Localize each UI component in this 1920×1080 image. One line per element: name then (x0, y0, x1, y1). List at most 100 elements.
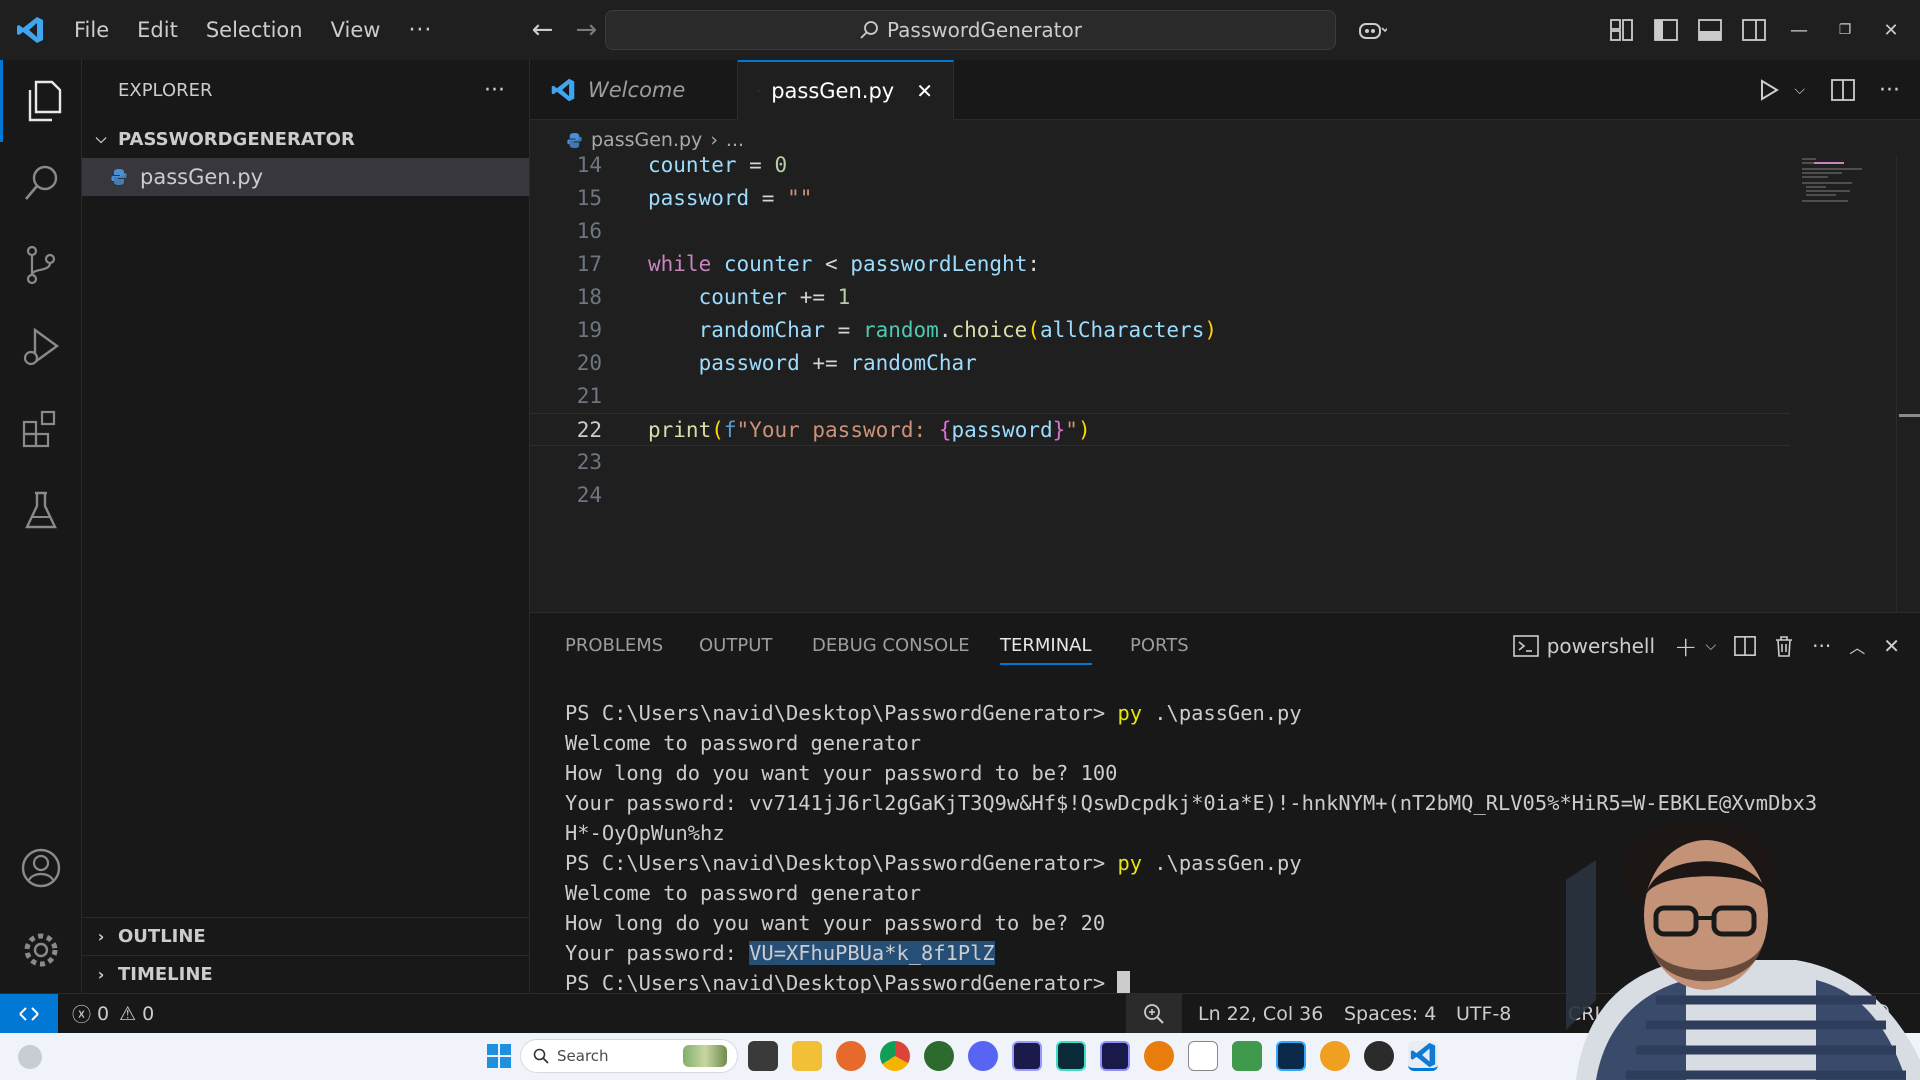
code-line: 14 counter = 0 (576, 153, 788, 177)
editor-tabs: Welcome passGen.py ✕ ⌵ ··· (530, 60, 1920, 120)
app-icon[interactable] (1320, 1041, 1350, 1071)
taskbar-search-label: Search (557, 1047, 609, 1065)
discord-icon[interactable] (968, 1041, 998, 1071)
chevron-down-icon[interactable]: ⌵ (1794, 82, 1805, 98)
restore-icon[interactable]: ❐ (1822, 0, 1868, 60)
run-python-icon[interactable] (1758, 78, 1780, 102)
trash-icon[interactable] (1774, 635, 1794, 657)
taskbar-search[interactable]: Search (520, 1039, 738, 1073)
audition-icon[interactable] (1056, 1041, 1086, 1071)
folder-header[interactable]: ⌵ PASSWORDGENERATOR (82, 120, 529, 158)
title-bar: File Edit Selection View ··· ← → Passwor… (0, 0, 1920, 60)
split-editor-icon[interactable] (1831, 79, 1855, 101)
command-center-search[interactable]: PasswordGenerator (605, 10, 1336, 50)
search-highlight-icon (683, 1045, 727, 1067)
outline-section[interactable]: › OUTLINE (82, 917, 530, 955)
source-control-icon[interactable] (0, 224, 82, 306)
remote-indicator-icon[interactable] (0, 993, 58, 1034)
warning-count: 0 (142, 1002, 155, 1025)
code-line-current: 22 print(f"Your password: {password}") (530, 413, 1790, 446)
chevron-down-icon[interactable]: ⌵ (1706, 638, 1717, 654)
terminal-line: How long do you want your password to be… (565, 761, 1118, 785)
search-icon (533, 1048, 549, 1064)
chrome-icon[interactable] (880, 1041, 910, 1071)
close-tab-icon[interactable]: ✕ (916, 79, 933, 103)
panel-tab-problems[interactable]: PROBLEMS (565, 613, 663, 679)
editor-more-icon[interactable]: ··· (1879, 78, 1900, 103)
code-editor[interactable]: 14 counter = 0 15 password = "" 16 17 while… (530, 153, 1920, 612)
tab-passgen[interactable]: passGen.py ✕ (738, 60, 954, 120)
windows-start-icon[interactable] (484, 1041, 514, 1071)
tab-welcome[interactable]: Welcome (530, 60, 738, 120)
close-panel-icon[interactable]: ✕ (1883, 634, 1900, 658)
panel-tab-terminal[interactable]: TERMINAL (1000, 613, 1092, 679)
task-view-icon[interactable] (748, 1041, 778, 1071)
activity-bar (0, 60, 82, 993)
code-line: 23 (576, 450, 602, 474)
blender-icon[interactable] (1144, 1041, 1174, 1071)
customize-layout-icon[interactable] (1600, 0, 1644, 60)
premiere-icon[interactable] (1012, 1041, 1042, 1071)
sidebar-more-button[interactable]: ··· (484, 78, 505, 103)
media-encoder-icon[interactable] (1100, 1041, 1130, 1071)
chevron-down-icon: ⌵ (95, 131, 107, 147)
zoom-icon[interactable] (1126, 994, 1182, 1034)
run-debug-icon[interactable] (0, 306, 82, 388)
search-view-icon[interactable] (0, 142, 82, 224)
breadcrumb-symbols[interactable]: ... (726, 129, 744, 151)
breadcrumb-file[interactable]: passGen.py (591, 129, 702, 151)
minimap[interactable] (1800, 156, 1890, 216)
menu-selection[interactable]: Selection (192, 0, 317, 60)
timeline-section[interactable]: › TIMELINE (82, 955, 530, 993)
forward-arrow-icon[interactable]: → (564, 15, 608, 45)
problems-status[interactable]: ⓧ 0 ⚠ 0 (58, 1000, 168, 1027)
menu-view[interactable]: View (317, 0, 395, 60)
photoshop-icon[interactable] (1276, 1041, 1306, 1071)
toggle-primary-sidebar-icon[interactable] (1644, 0, 1688, 60)
back-arrow-icon[interactable]: ← (520, 15, 564, 45)
obs-icon[interactable] (1364, 1041, 1394, 1071)
vscode-logo-icon (0, 0, 60, 60)
indentation-status[interactable]: Spaces: 4 (1330, 1003, 1450, 1025)
toggle-secondary-sidebar-icon[interactable] (1732, 0, 1776, 60)
file-explorer-icon[interactable] (792, 1041, 822, 1071)
account-icon[interactable] (0, 827, 82, 909)
new-terminal-icon[interactable]: + (1674, 630, 1697, 663)
encoding-status[interactable]: UTF-8 (1442, 1003, 1525, 1025)
menu-edit[interactable]: Edit (123, 0, 192, 60)
panel-tab-debug-console[interactable]: DEBUG CONSOLE (812, 613, 970, 679)
tab-welcome-label: Welcome (588, 78, 686, 102)
calendar-icon[interactable] (1188, 1041, 1218, 1071)
menu-file[interactable]: File (60, 0, 123, 60)
editor-scrollbar[interactable] (1896, 156, 1920, 612)
terminal-line: PS C:\Users\navid\Desktop\PasswordGenera… (565, 701, 1302, 725)
copilot-icon[interactable] (1350, 0, 1394, 60)
settings-gear-icon[interactable] (0, 909, 82, 991)
selected-password[interactable]: VU=XFhuPBUa*k_8f1PlZ (749, 941, 995, 965)
split-terminal-icon[interactable] (1734, 635, 1757, 657)
vscode-logo-icon (551, 78, 575, 102)
widgets-icon[interactable] (18, 1045, 42, 1069)
menu-more-button[interactable]: ··· (394, 18, 446, 43)
file-item-passgen[interactable]: passGen.py (82, 158, 529, 196)
extensions-icon[interactable] (0, 388, 82, 470)
code-line: 16 (576, 219, 602, 243)
explorer-icon[interactable] (0, 60, 82, 142)
toggle-panel-icon[interactable] (1688, 0, 1732, 60)
firefox-icon[interactable] (836, 1041, 866, 1071)
close-window-icon[interactable]: ✕ (1868, 0, 1914, 60)
panel-more-icon[interactable]: ··· (1812, 634, 1831, 658)
panel-tab-ports[interactable]: PORTS (1130, 613, 1189, 679)
panel-tab-output[interactable]: OUTPUT (699, 613, 772, 679)
terminal-profile[interactable]: powershell (1512, 633, 1656, 659)
testing-icon[interactable] (0, 470, 82, 552)
code-line: 19 randomChar = random.choice(allCharact… (576, 318, 1218, 342)
vscode-taskbar-icon[interactable] (1408, 1041, 1438, 1071)
xbox-icon[interactable] (924, 1041, 954, 1071)
cursor-position[interactable]: Ln 22, Col 36 (1184, 1003, 1337, 1025)
code-line: 20 password += randomChar (576, 351, 977, 375)
keepass-icon[interactable] (1232, 1041, 1262, 1071)
minimize-icon[interactable]: — (1776, 0, 1822, 60)
maximize-panel-icon[interactable]: ︿ (1849, 634, 1865, 658)
error-icon: ⓧ (72, 1004, 92, 1026)
